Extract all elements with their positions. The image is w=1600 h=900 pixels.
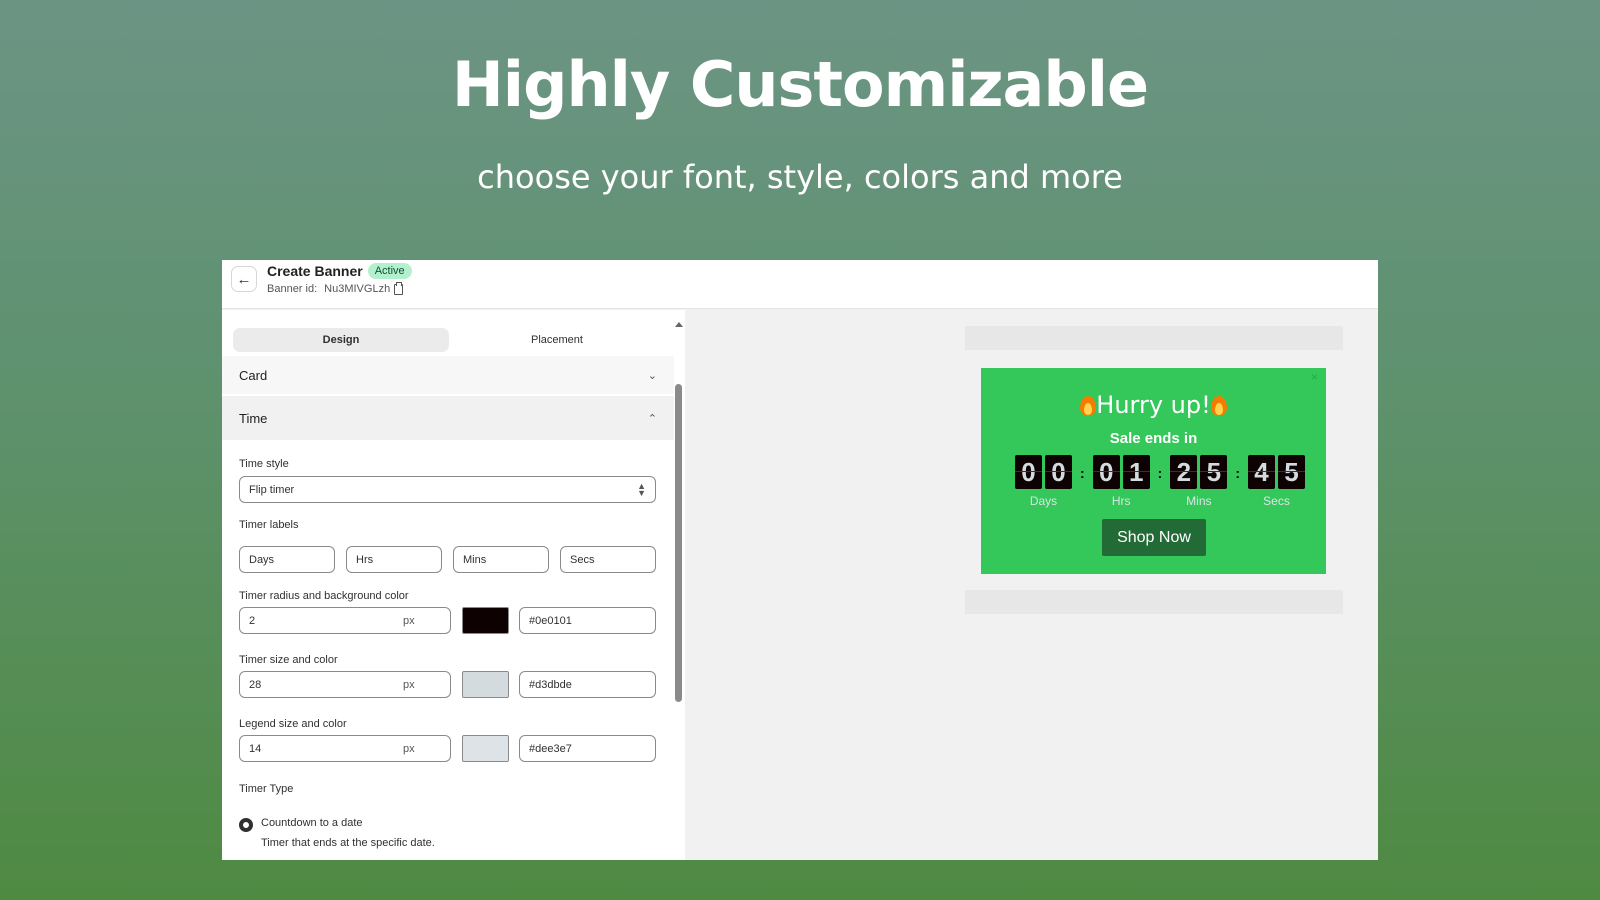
radius-bg-label: Timer radius and background color: [239, 590, 409, 602]
countdown-radio-label: Countdown to a date: [261, 817, 363, 829]
scroll-thumb[interactable]: [675, 384, 682, 702]
app-window: ← Create Banner Active Banner id: Nu3MIV…: [222, 260, 1378, 860]
label-mins-input[interactable]: Mins: [453, 546, 549, 573]
time-style-value: Flip timer: [249, 483, 295, 496]
label-hrs-input[interactable]: Hrs: [346, 546, 442, 573]
countdown-help-text: Timer that ends at the specific date.: [261, 837, 435, 849]
radius-input[interactable]: 2 px: [239, 607, 451, 634]
timer-labels-label: Timer labels: [239, 519, 299, 531]
legend-color-value: #dee3e7: [529, 742, 572, 755]
timer-legend: Days: [1029, 494, 1058, 508]
timer-digit: 4: [1248, 455, 1276, 489]
label-days-input[interactable]: Days: [239, 546, 335, 573]
back-button[interactable]: ←: [231, 266, 257, 292]
arrow-left-icon: ←: [236, 270, 252, 288]
bg-color-input[interactable]: #0e0101: [519, 607, 656, 634]
tab-bar: Design Placement: [233, 328, 665, 352]
banner-title-text: Hurry up!: [1096, 391, 1211, 419]
countdown-radio[interactable]: [239, 818, 253, 832]
size-value: 28: [249, 678, 262, 691]
timer-legend: Hrs: [1111, 494, 1131, 508]
timer-type-label: Timer Type: [239, 783, 294, 795]
digit-color-value: #d3dbde: [529, 678, 572, 691]
section-card-label: Card: [239, 367, 268, 383]
timer-digit: 0: [1015, 455, 1042, 489]
digit-color-input[interactable]: #d3dbde: [519, 671, 656, 698]
timer-separator: :: [1235, 465, 1241, 481]
time-style-select[interactable]: Flip timer ▲ ▼: [239, 476, 656, 503]
banner-id-row: Banner id: Nu3MIVGLzh: [267, 281, 404, 295]
legend-size-value: 14: [249, 742, 262, 755]
size-color-label: Timer size and color: [239, 654, 338, 666]
timer-mins: 25 Mins: [1170, 455, 1228, 508]
status-badge: Active: [367, 263, 412, 279]
fire-icon: [1080, 394, 1097, 416]
banner-subtitle: Sale ends in: [1109, 430, 1198, 447]
banner-preview: × Hurry up! Sale ends in 00 Days : 01 Hr…: [981, 368, 1326, 574]
time-style-label: Time style: [239, 458, 289, 470]
clipboard-icon[interactable]: [394, 281, 404, 295]
page-title: Create Banner: [267, 263, 363, 279]
timer-digit: 0: [1045, 455, 1072, 489]
timer-separator: :: [1157, 465, 1163, 481]
banner-id-label: Banner id:: [267, 283, 318, 295]
countdown-timer: 00 Days : 01 Hrs : 25 Mins : 45 Secs: [1015, 455, 1306, 508]
bg-color-value: #0e0101: [529, 614, 572, 627]
shop-now-button[interactable]: Shop Now: [1102, 519, 1206, 556]
legend-color-swatch[interactable]: [462, 735, 509, 762]
settings-panel: Design Placement Card ⌄ Time ⌃ Time styl…: [222, 310, 685, 860]
label-days-value: Days: [249, 553, 275, 566]
bg-color-swatch[interactable]: [462, 607, 509, 634]
legend-color-input[interactable]: #dee3e7: [519, 735, 656, 762]
radius-unit: px: [403, 614, 415, 627]
chevron-up-icon: ⌃: [647, 412, 657, 425]
section-time[interactable]: Time ⌃: [222, 396, 674, 440]
timer-hrs: 01 Hrs: [1092, 455, 1150, 508]
select-arrows-icon: ▲ ▼: [637, 480, 646, 498]
chevron-down-icon: ⌄: [647, 369, 657, 382]
legend-label: Legend size and color: [239, 718, 347, 730]
fire-icon: [1210, 394, 1227, 416]
title-row: Create Banner Active: [267, 263, 412, 279]
banner-id-value: Nu3MIVGLzh: [324, 283, 391, 295]
timer-legend: Mins: [1186, 494, 1212, 508]
size-input[interactable]: 28 px: [239, 671, 451, 698]
timer-legend: Secs: [1263, 494, 1290, 508]
section-time-label: Time: [239, 410, 268, 426]
scrollbar[interactable]: [674, 322, 683, 842]
section-card[interactable]: Card ⌄: [222, 356, 674, 394]
label-hrs-value: Hrs: [356, 553, 374, 566]
top-bar: ← Create Banner Active Banner id: Nu3MIV…: [222, 260, 1378, 309]
scroll-up-icon[interactable]: [675, 322, 683, 327]
timer-digit: 5: [1200, 455, 1228, 489]
placeholder-bar-top: [965, 326, 1343, 350]
label-secs-value: Secs: [570, 553, 595, 566]
radius-value: 2: [249, 614, 256, 627]
tab-design[interactable]: Design: [233, 328, 449, 352]
placeholder-bar-bottom: [965, 590, 1343, 614]
label-secs-input[interactable]: Secs: [560, 546, 656, 573]
size-unit: px: [403, 678, 415, 691]
timer-digit: 0: [1092, 455, 1120, 489]
legend-size-input[interactable]: 14 px: [239, 735, 451, 762]
label-mins-value: Mins: [463, 553, 487, 566]
banner-title: Hurry up!: [981, 391, 1326, 419]
timer-digit: 2: [1170, 455, 1198, 489]
digit-color-swatch[interactable]: [462, 671, 509, 698]
timer-separator: :: [1080, 465, 1085, 481]
timer-days: 00 Days: [1015, 455, 1072, 508]
legend-unit: px: [403, 742, 415, 755]
timer-secs: 45 Secs: [1248, 455, 1306, 508]
close-icon[interactable]: ×: [1311, 370, 1318, 384]
timer-digit: 1: [1122, 455, 1150, 489]
tab-placement[interactable]: Placement: [449, 328, 665, 352]
hero-title: Highly Customizable: [451, 48, 1149, 121]
hero-subtitle: choose your font, style, colors and more: [477, 158, 1123, 196]
timer-digit: 5: [1278, 455, 1306, 489]
